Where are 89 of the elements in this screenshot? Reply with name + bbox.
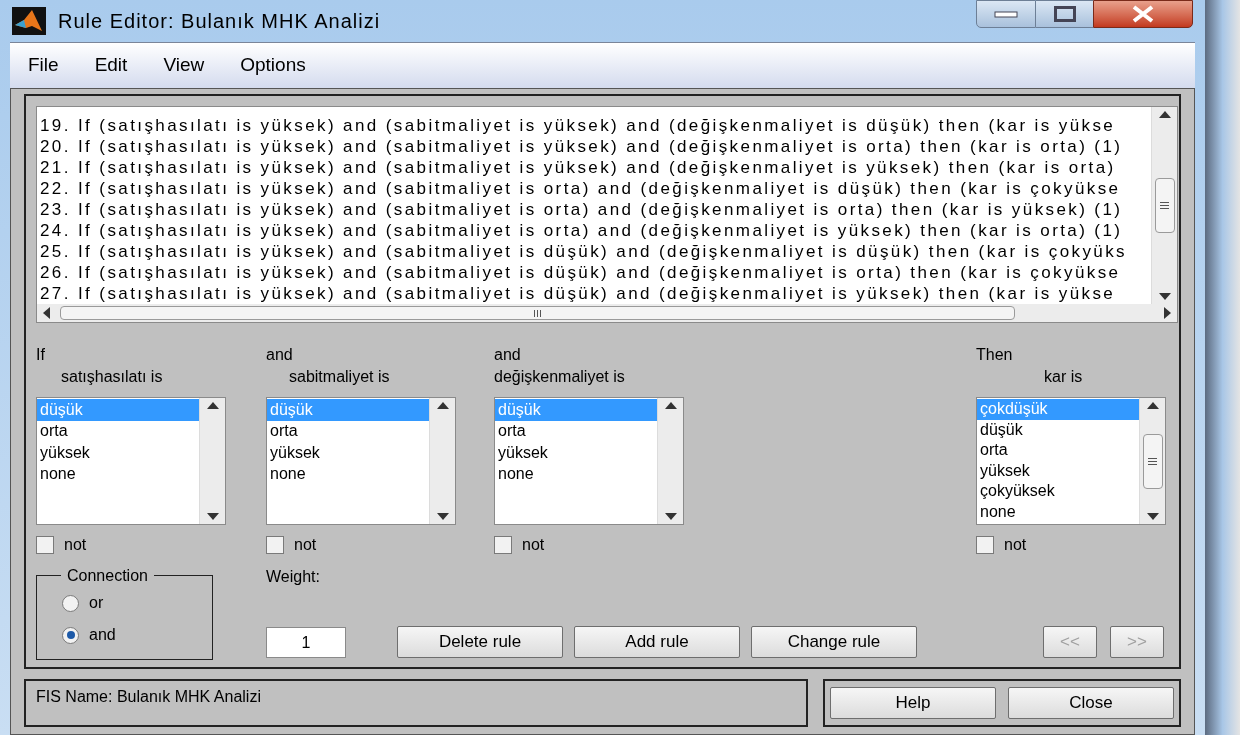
scroll-up-icon[interactable] xyxy=(1158,111,1171,118)
push-button[interactable]: Delete rule xyxy=(397,626,563,658)
column-header: and xyxy=(494,345,522,365)
column-header: If xyxy=(36,345,46,365)
rule-row[interactable]: 23. If (satışhasılatı is yüksek) and (sabitmaliyet is orta) and (değişkenmaliyet is orta) then (kar is yüksek) (1) xyxy=(40,199,1151,220)
app-logo-icon xyxy=(12,7,46,35)
scroll-thumb[interactable] xyxy=(1154,178,1175,233)
scroll-up-icon[interactable] xyxy=(206,402,219,409)
scroll-up-icon[interactable] xyxy=(436,402,449,409)
scroll-up-icon[interactable] xyxy=(1146,402,1159,409)
maximize-icon xyxy=(1053,6,1076,22)
list-item[interactable]: orta xyxy=(37,420,199,442)
list-item[interactable]: yüksek xyxy=(977,460,1139,481)
list-item[interactable]: none xyxy=(37,463,199,485)
rule-list[interactable] xyxy=(36,106,1178,323)
rule-row[interactable]: 27. If (satışhasılatı is yüksek) and (sabitmaliyet is düşük) and (değişkenmaliyet is yüksek) then (kar is yükse xyxy=(40,283,1151,304)
close-icon xyxy=(1131,5,1155,23)
radio-label: or xyxy=(89,593,104,613)
push-button[interactable]: Add rule xyxy=(574,626,740,658)
not-checkbox[interactable] xyxy=(266,536,284,554)
list-item[interactable]: orta xyxy=(977,440,1139,461)
scroll-up-icon[interactable] xyxy=(664,402,677,409)
menu-item[interactable]: Options xyxy=(240,51,306,80)
list-item[interactable]: orta xyxy=(495,420,657,442)
variable-label: kar is xyxy=(1043,367,1084,387)
variable-label: sabitmaliyet is xyxy=(288,367,391,387)
list-item[interactable]: yüksek xyxy=(267,442,429,464)
list-item[interactable]: yüksek xyxy=(37,442,199,464)
vertical-scrollbar[interactable] xyxy=(1151,107,1177,304)
list-box[interactable]: düşük orta yüksek none xyxy=(36,397,226,525)
rule-row[interactable]: 25. If (satışhasılatı is yüksek) and (sabitmaliyet is düşük) and (değişkenmaliyet is düşük) then (kar is çokyüks xyxy=(40,241,1151,262)
not-checkbox[interactable] xyxy=(976,536,994,554)
column-header: Then xyxy=(976,345,1014,365)
not-label: not xyxy=(522,535,545,555)
weight-label: Weight: xyxy=(266,567,321,587)
scroll-right-icon[interactable] xyxy=(1164,307,1171,319)
scroll-thumb[interactable] xyxy=(1142,433,1163,489)
list-box[interactable]: çokdüşük düşük orta yüksek çokyüksek none xyxy=(976,397,1166,525)
variable-label: değişkenmaliyet is xyxy=(494,367,626,387)
rule-row[interactable]: 26. If (satışhasılatı is yüksek) and (sabitmaliyet is düşük) and (değişkenmaliyet is orta) then (kar is çokyükse xyxy=(40,262,1151,283)
list-item[interactable]: orta xyxy=(267,420,429,442)
scroll-down-icon[interactable] xyxy=(1158,293,1171,300)
list-item[interactable]: çokyüksek xyxy=(977,481,1139,502)
list-item[interactable]: yüksek xyxy=(495,442,657,464)
variable-label: satışhasılatı is xyxy=(60,367,164,387)
not-checkbox[interactable] xyxy=(494,536,512,554)
minimize-icon xyxy=(994,10,1018,18)
rule-row[interactable]: 22. If (satışhasılatı is yüksek) and (sabitmaliyet is orta) and (değişkenmaliyet is düşük) then (kar is çokyükse xyxy=(40,178,1151,199)
not-label: not xyxy=(1004,535,1027,555)
push-button[interactable]: Close xyxy=(1008,687,1174,719)
push-button[interactable]: Change rule xyxy=(751,626,917,658)
close-window-button[interactable] xyxy=(1093,0,1193,28)
not-checkbox[interactable] xyxy=(36,536,54,554)
column-header: and xyxy=(266,345,294,365)
minimize-button[interactable] xyxy=(976,0,1036,28)
vertical-scrollbar[interactable] xyxy=(657,398,683,524)
radio-label: and xyxy=(89,625,116,645)
menu-item[interactable]: Edit xyxy=(94,51,128,80)
scroll-down-icon[interactable] xyxy=(436,513,449,520)
window-title: Rule Editor: Bulanık MHK Analizi xyxy=(58,9,381,34)
scroll-down-icon[interactable] xyxy=(664,513,677,520)
horizontal-scrollbar[interactable] xyxy=(37,304,1177,322)
scroll-left-icon[interactable] xyxy=(43,307,50,319)
list-item[interactable]: none xyxy=(977,501,1139,522)
rule-row[interactable]: 24. If (satışhasılatı is yüksek) and (sabitmaliyet is orta) and (değişkenmaliyet is yüksek) then (kar is orta) (1) xyxy=(40,220,1151,241)
not-label: not xyxy=(64,535,87,555)
radio-button[interactable] xyxy=(62,626,79,644)
rule-row[interactable]: 19. If (satışhasılatı is yüksek) and (sabitmaliyet is yüksek) and (değişkenmaliyet is düşük) then (kar is yükse xyxy=(40,115,1151,136)
menu-item[interactable]: File xyxy=(28,51,59,80)
rule-row[interactable]: 21. If (satışhasılatı is yüksek) and (sabitmaliyet is yüksek) and (değişkenmaliyet is yüksek) then (kar is orta) xyxy=(40,157,1151,178)
vertical-scrollbar[interactable] xyxy=(1139,398,1165,524)
status-text: FIS Name: Bulanık MHK Analizi xyxy=(36,688,261,705)
rule-row[interactable]: 20. If (satışhasılatı is yüksek) and (sabitmaliyet is yüksek) and (değişkenmaliyet is orta) then (kar is orta) (1) xyxy=(40,136,1151,157)
scroll-down-icon[interactable] xyxy=(1146,513,1159,520)
vertical-scrollbar[interactable] xyxy=(429,398,455,524)
radio-button[interactable] xyxy=(62,594,79,612)
scroll-down-icon[interactable] xyxy=(206,513,219,520)
push-button[interactable]: Help xyxy=(830,687,996,719)
list-item[interactable]: none xyxy=(495,463,657,485)
list-item[interactable]: none xyxy=(267,463,429,485)
not-label: not xyxy=(294,535,317,555)
list-item[interactable]: düşük xyxy=(977,419,1139,440)
maximize-button[interactable] xyxy=(1036,0,1093,28)
vertical-scrollbar[interactable] xyxy=(199,398,225,524)
scroll-thumb[interactable] xyxy=(60,306,1015,320)
list-box[interactable]: düşük orta yüksek none xyxy=(494,397,684,525)
weight-field[interactable]: 1 xyxy=(266,627,346,658)
menu-item[interactable]: View xyxy=(163,51,205,80)
list-box[interactable]: düşük orta yüksek none xyxy=(266,397,456,525)
